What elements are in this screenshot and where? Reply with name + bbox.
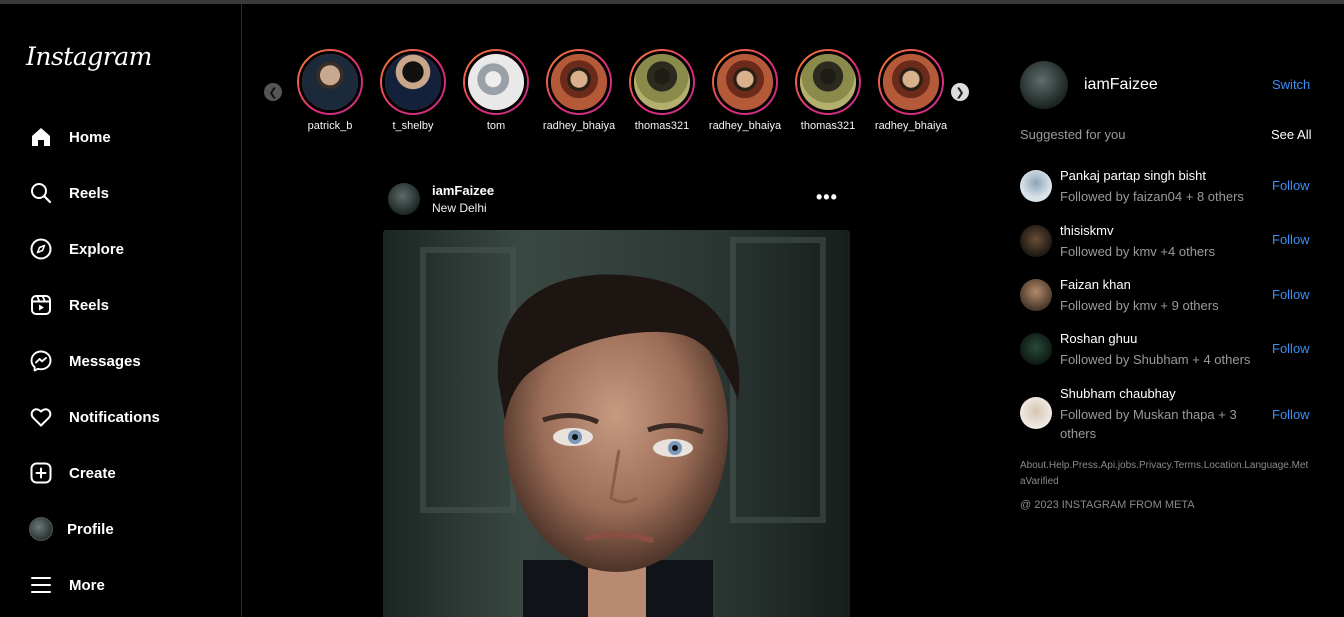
sidebar-item-messages[interactable]: Messages — [28, 346, 141, 376]
suggested-heading: Suggested for you — [1020, 127, 1126, 142]
avatar[interactable] — [1020, 397, 1052, 429]
reels-icon — [28, 292, 54, 318]
chevron-right-icon[interactable]: ❯ — [951, 83, 969, 101]
story-ring — [629, 49, 695, 115]
sidebar-item-label: Profile — [67, 520, 114, 538]
follow-button[interactable]: Follow — [1272, 178, 1310, 193]
follow-button[interactable]: Follow — [1272, 407, 1310, 422]
suggestion-name[interactable]: Faizan khan — [1060, 277, 1131, 292]
sidebar-item-label: Explore — [69, 240, 125, 258]
avatar[interactable] — [388, 183, 420, 215]
story-item[interactable]: radhey_bhaiya — [873, 49, 949, 132]
post-header: iamFaizee New Delhi ••• — [388, 183, 848, 217]
story-avatar — [717, 54, 773, 110]
sidebar: Instagram Home Reels Explore Reels Messa… — [0, 4, 242, 617]
suggestion-followed-by: Followed by kmv + 9 others — [1060, 298, 1219, 313]
story-item[interactable]: t_shelby — [375, 49, 451, 132]
sidebar-item-search[interactable]: Reels — [28, 178, 109, 208]
follow-button[interactable]: Follow — [1272, 341, 1310, 356]
story-item[interactable]: patrick_b — [292, 49, 368, 132]
sidebar-item-label: Reels — [69, 296, 110, 314]
story-username: radhey_bhaiya — [542, 120, 616, 132]
story-ring — [297, 49, 363, 115]
chevron-left-icon[interactable]: ❮ — [264, 83, 282, 101]
sidebar-item-create[interactable]: Create — [28, 458, 116, 488]
story-username: t_shelby — [392, 120, 434, 132]
post-username[interactable]: iamFaizee — [432, 183, 494, 198]
sidebar-item-profile[interactable]: Profile — [28, 514, 114, 544]
story-avatar — [800, 54, 856, 110]
copyright-text: @ 2023 INSTAGRAM FROM META — [1020, 499, 1195, 511]
story-username: thomas321 — [634, 120, 690, 132]
portrait-illustration — [383, 230, 850, 617]
avatar[interactable] — [1020, 333, 1052, 365]
avatar — [29, 517, 53, 541]
story-avatar — [634, 54, 690, 110]
sidebar-item-label: Reels — [69, 184, 110, 202]
compass-icon — [28, 236, 54, 262]
story-ring — [463, 49, 529, 115]
story-avatar — [302, 54, 358, 110]
story-ring — [380, 49, 446, 115]
story-item[interactable]: tom — [458, 49, 534, 132]
suggestion-followed-by: Followed by Shubham + 4 others — [1060, 352, 1251, 367]
avatar[interactable] — [1020, 61, 1068, 109]
search-icon — [28, 180, 54, 206]
story-username: thomas321 — [800, 120, 856, 132]
sidebar-item-label: Notifications — [69, 408, 160, 426]
suggestion-name[interactable]: thisiskmv — [1060, 223, 1113, 238]
post-image[interactable] — [383, 230, 850, 617]
story-avatar — [883, 54, 939, 110]
current-username[interactable]: iamFaizee — [1084, 76, 1158, 94]
suggestion-name[interactable]: Shubham chaubhay — [1060, 386, 1176, 401]
story-avatar — [551, 54, 607, 110]
avatar[interactable] — [1020, 279, 1052, 311]
menu-icon — [28, 572, 54, 598]
story-item[interactable]: thomas321 — [790, 49, 866, 132]
footer-links[interactable]: About.Help.Press.Api.jobs.Privacy.Terms.… — [1020, 458, 1310, 490]
sidebar-item-label: More — [69, 576, 105, 594]
suggestion-name[interactable]: Pankaj partap singh bisht — [1060, 168, 1206, 183]
avatar[interactable] — [1020, 170, 1052, 202]
suggestion-name[interactable]: Roshan ghuu — [1060, 331, 1137, 346]
messenger-icon — [28, 348, 54, 374]
sidebar-item-reels[interactable]: Reels — [28, 290, 109, 320]
heart-icon — [28, 404, 54, 430]
follow-button[interactable]: Follow — [1272, 232, 1310, 247]
story-avatar — [385, 54, 441, 110]
post-location[interactable]: New Delhi — [432, 201, 487, 215]
suggestion-followed-by: Followed by faizan04 + 8 others — [1060, 189, 1244, 204]
story-username: tom — [486, 120, 506, 132]
story-ring — [878, 49, 944, 115]
sidebar-item-home[interactable]: Home — [28, 122, 111, 152]
sidebar-item-more[interactable]: More — [28, 570, 105, 600]
instagram-logo[interactable]: Instagram — [26, 42, 152, 71]
sidebar-item-notifications[interactable]: Notifications — [28, 402, 160, 432]
switch-account-link[interactable]: Switch — [1272, 77, 1310, 92]
plus-square-icon — [28, 460, 54, 486]
story-ring — [712, 49, 778, 115]
sidebar-item-label: Home — [69, 128, 111, 146]
story-ring — [795, 49, 861, 115]
profile-avatar-wrap — [28, 516, 54, 542]
suggestion-followed-by: Followed by kmv +4 others — [1060, 244, 1215, 259]
home-icon — [28, 124, 54, 150]
sidebar-item-label: Messages — [69, 352, 141, 370]
more-options-icon[interactable]: ••• — [816, 187, 838, 208]
story-ring — [546, 49, 612, 115]
story-item[interactable]: radhey_bhaiya — [707, 49, 783, 132]
sidebar-item-label: Create — [69, 464, 116, 482]
story-item[interactable]: radhey_bhaiya — [541, 49, 617, 132]
story-avatar — [468, 54, 524, 110]
story-item[interactable]: thomas321 — [624, 49, 700, 132]
suggestion-followed-by: Followed by Muskan thapa + 3 others — [1060, 407, 1237, 441]
story-username: patrick_b — [307, 120, 353, 132]
avatar[interactable] — [1020, 225, 1052, 257]
follow-button[interactable]: Follow — [1272, 287, 1310, 302]
see-all-link[interactable]: See All — [1271, 127, 1311, 142]
story-username: radhey_bhaiya — [874, 120, 948, 132]
story-username: radhey_bhaiya — [708, 120, 782, 132]
sidebar-item-explore[interactable]: Explore — [28, 234, 124, 264]
